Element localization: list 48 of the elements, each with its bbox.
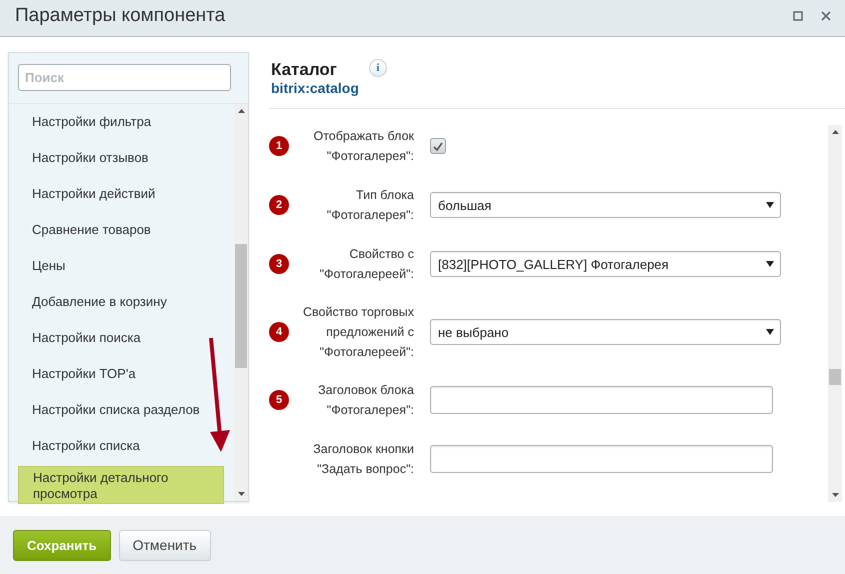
- input-field[interactable]: [430, 445, 773, 473]
- field-label: Отображать блок "Фотогалерея":: [312, 128, 414, 165]
- field-label: Заголовок блока "Фотогалерея":: [317, 382, 414, 419]
- sidebar-item[interactable]: Настройки действий: [18, 176, 170, 212]
- scrollbar-thumb[interactable]: [235, 244, 247, 368]
- caret-icon: [766, 329, 774, 335]
- component-code: bitrix:catalog: [271, 80, 359, 96]
- sidebar-item[interactable]: Настройки списка разделов: [18, 392, 214, 428]
- scroll-up-icon[interactable]: [832, 130, 838, 134]
- window-title: Параметры компонента: [15, 5, 226, 27]
- cancel-button[interactable]: Отменить: [118, 530, 211, 560]
- field-label: Тип блока "Фотогалерея":: [326, 187, 414, 224]
- caret-icon: [766, 261, 774, 267]
- component-title: Каталог: [271, 60, 338, 80]
- scroll-down-icon[interactable]: [832, 493, 838, 497]
- number-badge: 4: [269, 322, 289, 342]
- number-badge: 3: [269, 254, 289, 274]
- field-label: Заголовок кнопки "Задать вопрос":: [312, 441, 414, 478]
- dropdown[interactable]: большая: [430, 192, 781, 218]
- caret-icon: [766, 202, 774, 208]
- scroll-down-icon[interactable]: [238, 492, 244, 496]
- input-field[interactable]: [430, 386, 773, 414]
- field-label: Свойство торговых предложений с "Фотогалереей":: [302, 304, 414, 361]
- sidebar-item[interactable]: Настройки отзывов: [18, 140, 162, 176]
- scrollbar[interactable]: [234, 104, 248, 501]
- number-badge: 5: [269, 390, 289, 410]
- dropdown[interactable]: [832][PHOTO_GALLERY] Фотогалерея: [430, 251, 781, 277]
- field-label: Свойство с "Фотогалереей":: [318, 246, 414, 283]
- sidebar-item[interactable]: Добавление в корзину: [18, 284, 181, 320]
- number-badge: 1: [269, 136, 289, 156]
- sidebar-item[interactable]: Настройки списка: [18, 428, 154, 464]
- search-field[interactable]: Поиск: [18, 64, 231, 91]
- scrollbar-thumb[interactable]: [829, 369, 841, 385]
- checkmark-icon: [433, 142, 443, 150]
- info-icon[interactable]: i: [368, 59, 387, 77]
- dropdown[interactable]: не выбрано: [430, 319, 781, 345]
- sidebar-item[interactable]: Настройки фильтра: [18, 104, 166, 140]
- sidebar-item[interactable]: Цены: [18, 248, 80, 284]
- maximize-icon[interactable]: [793, 11, 803, 21]
- checkbox[interactable]: [430, 138, 446, 154]
- number-badge: 2: [269, 195, 289, 215]
- sidebar-item[interactable]: Сравнение товаров: [18, 212, 165, 248]
- sidebar-item[interactable]: Настройки TOP'a: [18, 356, 150, 392]
- scrollbar[interactable]: [828, 125, 842, 502]
- sidebar-item[interactable]: Настройки детального просмотра: [18, 466, 224, 504]
- scroll-up-icon[interactable]: [238, 109, 244, 113]
- close-icon[interactable]: [821, 11, 831, 21]
- sidebar-item[interactable]: Настройки поиска: [18, 320, 155, 356]
